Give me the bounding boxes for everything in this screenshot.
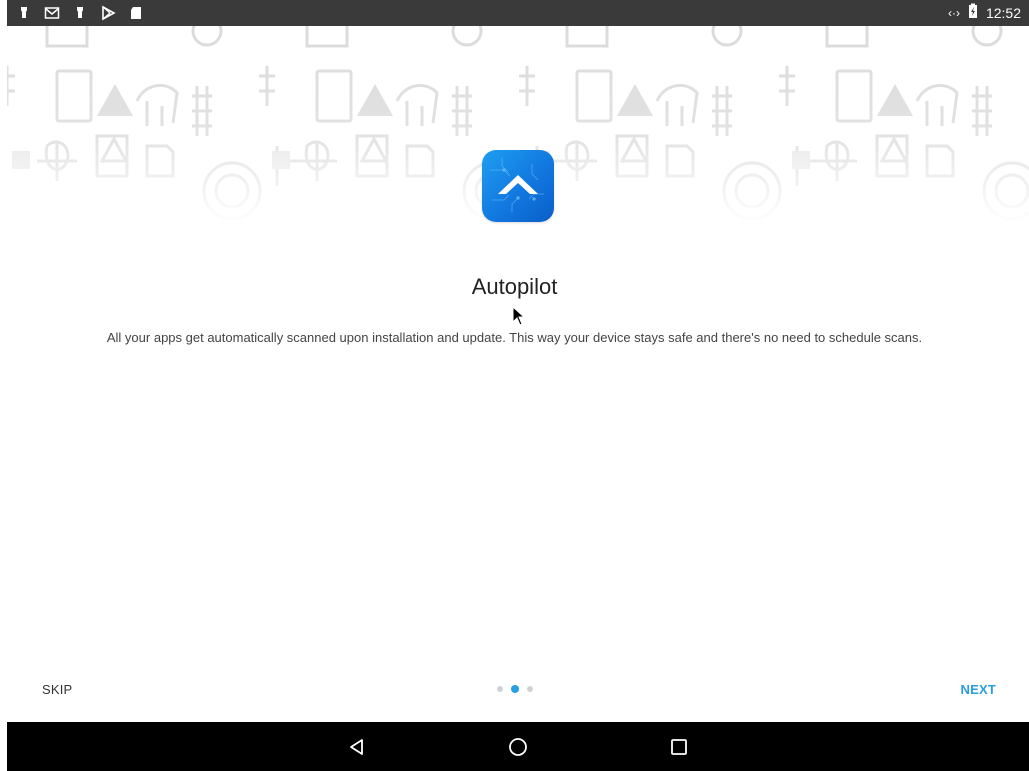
notification-icon — [71, 4, 89, 22]
navigation-bar — [7, 722, 1029, 771]
status-bar: ‹·› 12:52 — [7, 0, 1029, 26]
next-button[interactable]: NEXT — [961, 682, 996, 697]
back-icon[interactable] — [344, 734, 370, 760]
play-store-icon — [99, 4, 117, 22]
sd-card-icon — [127, 4, 145, 22]
mouse-pointer-icon — [512, 305, 526, 331]
page-indicator — [497, 685, 533, 693]
status-notification-icons — [15, 4, 145, 22]
battery-charging-icon — [968, 3, 978, 22]
page-indicator-dot — [497, 686, 503, 692]
page-title: Autopilot — [471, 274, 558, 299]
autopilot-icon — [482, 150, 554, 222]
home-icon[interactable] — [505, 734, 531, 760]
page-indicator-dot — [527, 686, 533, 692]
page-description: All your apps get automatically scanned … — [106, 330, 923, 345]
data-transfer-icon: ‹·› — [947, 5, 960, 20]
status-system-area: ‹·› 12:52 — [948, 3, 1021, 22]
status-clock: 12:52 — [985, 4, 1021, 21]
notification-icon — [15, 4, 33, 22]
page-indicator-dot-active — [511, 685, 519, 693]
skip-button[interactable]: SKIP — [42, 682, 72, 697]
recents-icon[interactable] — [666, 734, 692, 760]
gmail-icon — [43, 4, 61, 22]
